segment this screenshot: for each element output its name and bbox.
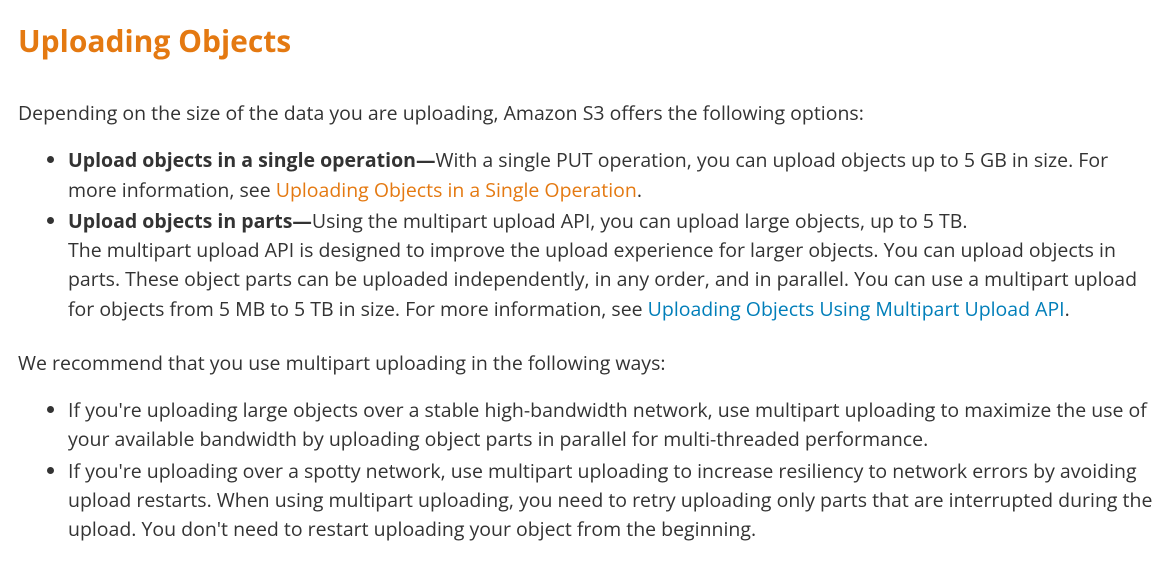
multipart-upload-link[interactable]: Uploading Objects Using Multipart Upload…	[648, 295, 1065, 322]
list-item: Upload objects in a single operation—Wit…	[68, 145, 1157, 204]
intro-paragraph: Depending on the size of the data you ar…	[18, 98, 1157, 127]
recommendations-list: If you're uploading large objects over a…	[18, 395, 1157, 543]
options-list: Upload objects in a single operation—Wit…	[18, 145, 1157, 323]
option-text-after: .	[637, 176, 642, 203]
list-item: If you're uploading over a spotty networ…	[68, 456, 1157, 544]
list-item: Upload objects in parts—Using the multip…	[68, 206, 1157, 323]
option-bold-prefix: Upload objects in a single operation—	[68, 146, 435, 173]
single-operation-link[interactable]: Uploading Objects in a Single Operation	[276, 176, 637, 203]
option-bold-prefix: Upload objects in parts—	[68, 207, 312, 234]
recommend-intro: We recommend that you use multipart uplo…	[18, 348, 1157, 377]
page-title: Uploading Objects	[18, 18, 1157, 63]
list-item: If you're uploading large objects over a…	[68, 395, 1157, 454]
option-text-after: .	[1065, 295, 1070, 322]
